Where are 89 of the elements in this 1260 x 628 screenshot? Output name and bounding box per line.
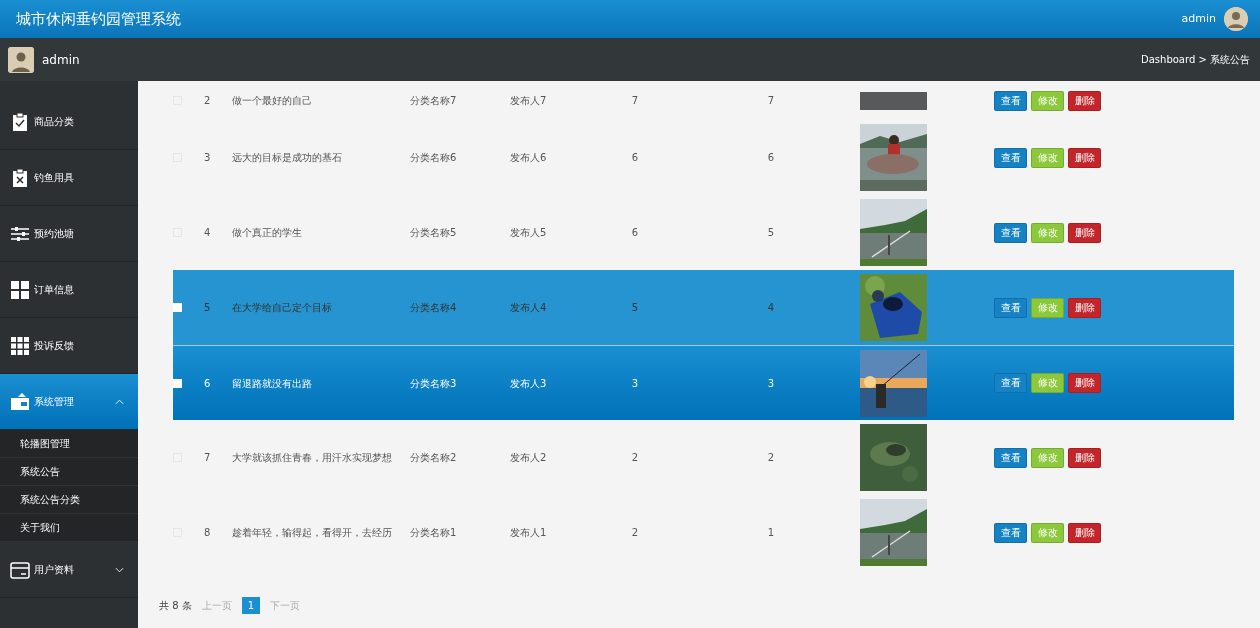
table-cell-text: 2 [630, 526, 640, 540]
table-cell-text: 分类名称5 [410, 226, 458, 240]
table-cell-text: 3 [204, 151, 212, 165]
table-row[interactable]: 5 在大学给自己定个目标 分类名称4 发布人4 5 4 查看 修改 删除 [173, 270, 1234, 345]
breadcrumb: Dashboard > 系统公告 [1141, 53, 1250, 67]
view-button[interactable]: 查看 [994, 447, 1027, 468]
table-row[interactable]: 2 做一个最好的自己 分类名称7 发布人7 7 7 查看 修改 删除 [173, 81, 1234, 120]
table-cell-text: 趁着年轻，输得起，看得开，去经历 [232, 526, 393, 540]
view-button[interactable]: 查看 [994, 297, 1027, 318]
table-row[interactable]: 3 远大的目标是成功的基石 分类名称6 发布人6 6 6 查看 修改 删除 [173, 120, 1234, 195]
table-cell-text: 4 [204, 226, 212, 240]
table-cell-text: 分类名称1 [410, 526, 458, 540]
sidebar-item[interactable]: 用户资料 [0, 542, 138, 598]
table-cell-text: 在大学给自己定个目标 [232, 301, 333, 315]
table-cell-text: 分类名称7 [410, 94, 458, 108]
table-cell-text: 6 [630, 151, 640, 165]
view-button[interactable]: 查看 [994, 90, 1027, 111]
table-cell-text: 分类名称6 [410, 151, 458, 165]
sidebar-item[interactable]: 系统管理 [0, 374, 138, 430]
table-cell-text: 7 [766, 94, 776, 108]
table-cell-text: 发布人4 [510, 301, 548, 315]
page-button[interactable]: 1 [241, 597, 261, 614]
submenu-item[interactable]: 系统公告 [0, 458, 138, 486]
delete-button[interactable]: 删除 [1068, 90, 1101, 111]
delete-button[interactable]: 删除 [1068, 297, 1101, 318]
table-cell-text: 分类名称3 [410, 376, 458, 391]
submenu-item[interactable]: 关于我们 [0, 514, 138, 542]
table-cell-text: 3 [630, 376, 640, 391]
table-cell-text: 分类名称2 [410, 451, 458, 465]
view-button[interactable]: 查看 [994, 222, 1027, 243]
clipboard-icon [10, 111, 30, 132]
sidebar-item[interactable]: 订单信息 [0, 262, 138, 318]
table-cell-text: 5 [766, 226, 776, 240]
table-cell-text: 发布人7 [510, 94, 548, 108]
avatar-icon [8, 46, 34, 73]
table-cell-text: 发布人5 [510, 226, 548, 240]
app-title: 城市休闲垂钓园管理系统 [16, 8, 181, 30]
card-icon [10, 559, 30, 580]
username: admin [1181, 10, 1216, 27]
table-cell-text: 7 [630, 94, 640, 108]
table-row[interactable]: 6 留退路就没有出路 分类名称3 发布人3 3 3 查看 修改 删除 [173, 345, 1234, 420]
grid-icon [10, 335, 30, 356]
table-cell-text: 6 [204, 376, 212, 391]
table-cell-text: 发布人2 [510, 451, 548, 465]
table-cell-text: 5 [630, 301, 640, 315]
table-cell-text: 2 [630, 451, 640, 465]
table-cell-text: 6 [766, 151, 776, 165]
sidebar-item[interactable]: 钓鱼用具 [0, 150, 138, 206]
table-cell-text: 分类名称4 [410, 301, 458, 315]
table-cell-text: 2 [766, 451, 776, 465]
delete-button[interactable]: 删除 [1068, 373, 1101, 393]
delete-button[interactable]: 删除 [1068, 522, 1101, 543]
table-cell-text: 做个真正的学生 [232, 226, 303, 240]
table-cell-text: 4 [766, 301, 776, 315]
table-cell-text: 5 [204, 301, 212, 315]
chevron-icon [115, 398, 124, 405]
table-cell-text: 做一个最好的自己 [232, 94, 313, 108]
table-cell-text: 3 [766, 376, 776, 391]
view-button[interactable]: 查看 [994, 522, 1027, 543]
total-count: 共 8 条 [159, 599, 192, 613]
table-cell-text: 发布人1 [510, 526, 548, 540]
table-cell-text: 远大的目标是成功的基石 [232, 151, 343, 165]
view-button[interactable]: 查看 [994, 147, 1027, 168]
table-cell-text: 6 [630, 226, 640, 240]
table-cell-text: 1 [766, 526, 776, 540]
sidebar-item[interactable]: 预约池塘 [0, 206, 138, 262]
chevron-icon [115, 566, 124, 573]
sidebar-item[interactable]: 商品分类 [0, 94, 138, 150]
table-cell-text: 7 [204, 451, 212, 465]
view-button[interactable]: 查看 [994, 373, 1027, 393]
submenu-item[interactable]: 系统公告分类 [0, 486, 138, 514]
username: admin [42, 51, 80, 69]
table-cell-text: 发布人6 [510, 151, 548, 165]
grid-icon [10, 279, 30, 300]
table-row[interactable]: 8 趁着年轻，输得起，看得开，去经历 分类名称1 发布人1 2 1 查看 修改 删除 [173, 495, 1234, 570]
table-cell-text: 留退路就没有出路 [232, 376, 313, 391]
table-cell-text: 大学就该抓住青春，用汗水实现梦想 [232, 451, 393, 465]
clipboard-icon [10, 167, 30, 188]
submenu-item[interactable]: 轮播图管理 [0, 430, 138, 458]
avatar-icon[interactable] [1224, 7, 1248, 31]
table-row[interactable]: 7 大学就该抓住青春，用汗水实现梦想 分类名称2 发布人2 2 2 查看 修改 删除 [173, 420, 1234, 495]
delete-button[interactable]: 删除 [1068, 447, 1101, 468]
table-row[interactable]: 4 做个真正的学生 分类名称5 发布人5 6 5 查看 修改 删除 [173, 195, 1234, 270]
table-cell-text: 8 [204, 526, 212, 540]
table-cell-text: 2 [204, 94, 212, 108]
delete-button[interactable]: 删除 [1068, 147, 1101, 168]
wallet-icon [10, 391, 30, 412]
table-cell-text: 发布人3 [510, 376, 548, 391]
delete-button[interactable]: 删除 [1068, 222, 1101, 243]
